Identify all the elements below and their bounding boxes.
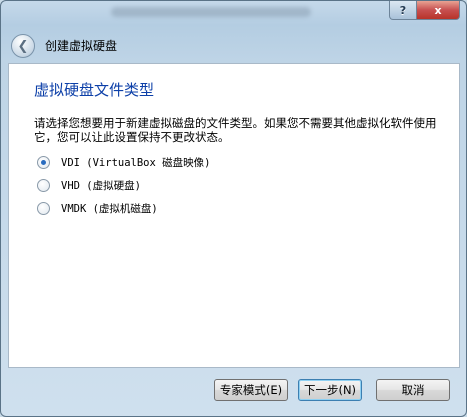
close-button[interactable]: x	[417, 1, 460, 20]
option-vdi-label[interactable]: VDI (VirtualBox 磁盘映像)	[61, 155, 210, 170]
back-arrow-icon: ❮	[17, 38, 29, 54]
option-vhd[interactable]: VHD (虚拟硬盘)	[37, 178, 141, 193]
radio-vdi[interactable]	[37, 156, 50, 169]
help-button[interactable]: ?	[389, 1, 417, 20]
option-vmdk-label[interactable]: VMDK (虚拟机磁盘)	[61, 201, 158, 216]
wizard-page: 虚拟硬盘文件类型 请选择您想要用于新建虚拟磁盘的文件类型。如果您不需要其他虚拟化…	[8, 63, 460, 368]
blurred-window-title	[111, 7, 311, 17]
radio-vhd[interactable]	[37, 179, 50, 192]
page-title: 虚拟硬盘文件类型	[34, 81, 155, 99]
option-vdi[interactable]: VDI (VirtualBox 磁盘映像)	[37, 155, 210, 170]
radio-selected-dot	[41, 160, 46, 165]
expert-mode-button[interactable]: 专家模式(E)	[214, 379, 288, 401]
next-button[interactable]: 下一步(N)	[298, 379, 362, 401]
dialog-window: ? x ❮ 创建虚拟硬盘 虚拟硬盘文件类型 请选择您想要用于新建虚拟磁盘的文件类…	[0, 0, 467, 417]
page-description: 请选择您想要用于新建虚拟磁盘的文件类型。如果您不需要其他虚拟化软件使用它，您可以…	[34, 116, 437, 144]
back-button[interactable]: ❮	[11, 34, 35, 58]
option-vhd-label[interactable]: VHD (虚拟硬盘)	[61, 178, 141, 193]
cancel-button[interactable]: 取消	[376, 379, 450, 401]
option-vmdk[interactable]: VMDK (虚拟机磁盘)	[37, 201, 158, 216]
wizard-title: 创建虚拟硬盘	[45, 39, 118, 53]
caption-buttons: ? x	[389, 1, 460, 20]
radio-vmdk[interactable]	[37, 202, 50, 215]
